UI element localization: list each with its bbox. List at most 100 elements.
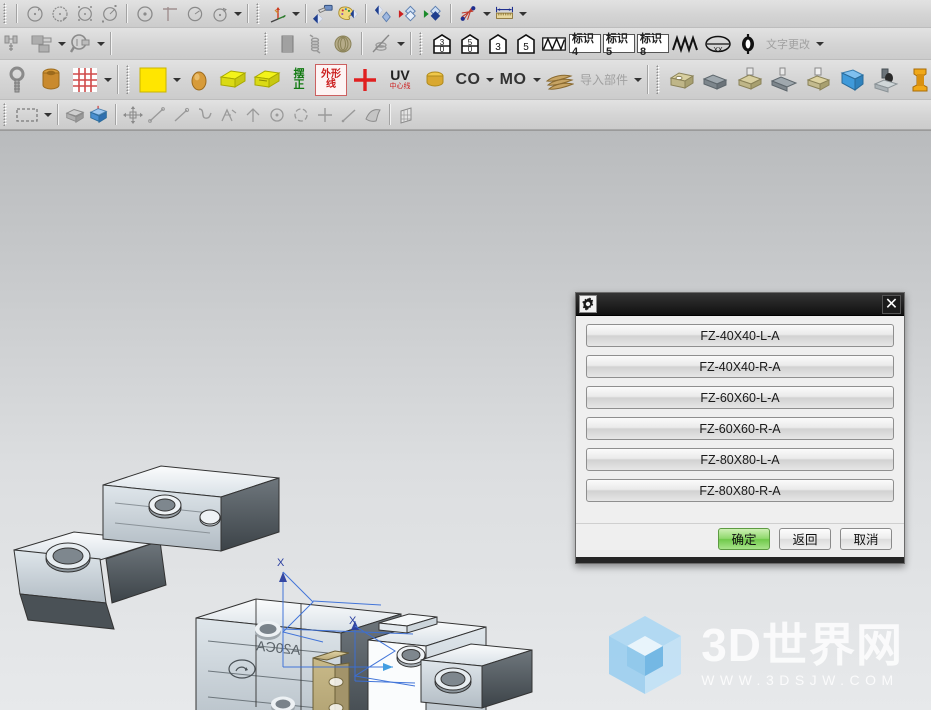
chevron-down-icon[interactable] [232,2,243,26]
toolbar-grip[interactable] [656,64,664,95]
gold-cylinder-icon[interactable] [418,62,452,98]
chevron-down-icon[interactable] [531,68,542,92]
toolbar-grip[interactable] [3,103,10,126]
polyline-point-icon[interactable] [217,103,241,127]
toolbar-grip[interactable] [419,31,426,56]
close-icon[interactable]: ✕ [882,294,901,314]
chevron-down-icon[interactable] [395,32,406,56]
csys-axis-icon[interactable] [265,2,290,26]
cad-viewport[interactable]: A20CA X X 3D世界网 WWW.3DSJW.COM ✕ FZ-40X40… [0,131,931,710]
circle-dot-icon[interactable] [265,103,289,127]
zigzag-wide-icon[interactable] [670,30,702,58]
tension-spring-icon[interactable] [301,30,329,58]
chevron-down-icon[interactable] [481,2,492,26]
shaded-body-icon[interactable] [63,103,87,127]
bushing-icon[interactable] [34,62,68,98]
line-2-icon[interactable] [169,103,193,127]
arc-icon[interactable] [182,2,207,26]
chevron-down-icon[interactable] [290,2,301,26]
gear-icon[interactable] [579,295,597,313]
align-straight-label[interactable]: 摆 正 [284,62,314,98]
phi-symbol-icon[interactable] [734,30,762,58]
chevron-down-icon[interactable] [56,32,67,56]
chevron-down-icon[interactable] [814,32,825,56]
part-gray-tool-icon[interactable] [699,62,733,98]
option-fz-60x60-r-a[interactable]: FZ-60X60-R-A [586,417,894,440]
red-cross-icon[interactable] [348,62,382,98]
chevron-down-icon[interactable] [517,2,528,26]
zigzag-thread-icon[interactable] [540,30,568,58]
magnify-part-icon[interactable] [67,30,95,58]
diagonal-line-icon[interactable] [337,103,361,127]
balloon-5-0-icon[interactable]: 5 0 [456,30,484,58]
chevron-down-icon[interactable] [632,68,643,92]
uv-centerline-label[interactable]: UV 中心线 [382,62,418,98]
part-gray-arm-icon[interactable] [767,62,801,98]
plus-point-icon[interactable] [313,103,337,127]
option-fz-40x40-r-a[interactable]: FZ-40X40-R-A [586,355,894,378]
mo-label[interactable]: MO [495,62,531,98]
bolt-key-icon[interactable] [0,30,28,58]
sphere-orange-icon[interactable] [182,62,216,98]
chevron-down-icon[interactable] [171,68,182,92]
mirror-play-red-icon[interactable] [396,2,421,26]
circle-point-icon[interactable] [132,2,157,26]
part-orange-post-icon[interactable] [903,62,931,98]
balloon-3-0-icon[interactable]: 3 0 [428,30,456,58]
toolbar-grip[interactable] [3,3,10,24]
balloon-5-icon[interactable]: 5 [512,30,540,58]
co-label[interactable]: CO [452,62,484,98]
color-palette-icon[interactable] [336,2,361,26]
part-clamp-icon[interactable] [665,62,699,98]
circle-3point-icon[interactable] [47,2,72,26]
eye-bolt-icon[interactable] [0,62,34,98]
line-icon[interactable] [145,103,169,127]
ellipse-xx-icon[interactable]: XX [702,30,734,58]
chevron-down-icon[interactable] [102,68,113,92]
vertical-line-icon[interactable] [241,103,265,127]
cancel-button[interactable]: 取消 [840,527,892,550]
grid-red-icon[interactable] [68,62,102,98]
chevron-down-icon[interactable] [42,103,53,127]
spline-icon[interactable] [193,103,217,127]
mirror-play-green-icon[interactable] [421,2,446,26]
back-button[interactable]: 返回 [779,527,831,550]
circle-center-icon[interactable] [22,2,47,26]
circle-arcs-icon[interactable] [289,103,313,127]
toolbar-grip[interactable] [256,3,263,24]
mark-4-label[interactable]: 标识4 [568,30,602,58]
spring-cut-icon[interactable] [367,30,395,58]
yellow-block-2-icon[interactable] [250,62,284,98]
mark-8-label[interactable]: 标识8 [636,30,670,58]
circle-offset-icon[interactable] [207,2,232,26]
chevron-down-icon[interactable] [95,32,106,56]
thread-star-icon[interactable] [456,2,481,26]
washer-icon[interactable] [329,30,357,58]
dialog-titlebar[interactable]: ✕ [576,293,904,316]
option-fz-40x40-l-a[interactable]: FZ-40X40-L-A [586,324,894,347]
yellow-face-icon[interactable] [135,62,171,98]
paint-mirror-icon[interactable] [311,2,336,26]
option-fz-80x80-l-a[interactable]: FZ-80X80-L-A [586,448,894,471]
part-sensor-icon[interactable] [869,62,903,98]
toolbar-grip[interactable] [264,31,271,56]
mark-5-label[interactable]: 标识5 [602,30,636,58]
dimension-ruler-icon[interactable] [492,2,517,26]
surface-patch-icon[interactable] [361,103,385,127]
ok-button[interactable]: 确定 [718,527,770,550]
part-selection-dialog[interactable]: ✕ FZ-40X40-L-A FZ-40X40-R-A FZ-60X60-L-A… [575,292,905,564]
csys-cube-icon[interactable] [87,103,111,127]
mesh-grid-icon[interactable] [395,103,419,127]
part-valve-icon[interactable] [733,62,767,98]
chevron-down-icon[interactable] [484,68,495,92]
balloon-3-icon[interactable]: 3 [484,30,512,58]
outline-line-label[interactable]: 外形 线 [314,62,348,98]
mirror-body-icon[interactable] [371,2,396,26]
option-fz-60x60-l-a[interactable]: FZ-60X60-L-A [586,386,894,409]
select-rectangle-icon[interactable] [12,103,42,127]
circle-radius-icon[interactable] [97,2,122,26]
toolbar-grip[interactable] [126,64,133,95]
screw-stack-icon[interactable] [28,30,56,58]
perpendicular-line-icon[interactable] [157,2,182,26]
yellow-block-1-icon[interactable] [216,62,250,98]
